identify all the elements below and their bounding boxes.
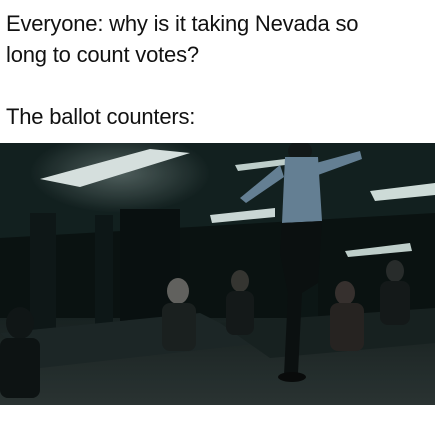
meme-image	[0, 143, 435, 405]
meme-caption: Everyone: why is it taking Nevada so lon…	[6, 8, 431, 132]
office-scene-illustration	[0, 143, 435, 405]
caption-line-3: The ballot counters:	[6, 104, 196, 129]
caption-line-1: Everyone: why is it taking Nevada so	[6, 11, 359, 36]
caption-line-2: long to count votes?	[6, 42, 199, 67]
